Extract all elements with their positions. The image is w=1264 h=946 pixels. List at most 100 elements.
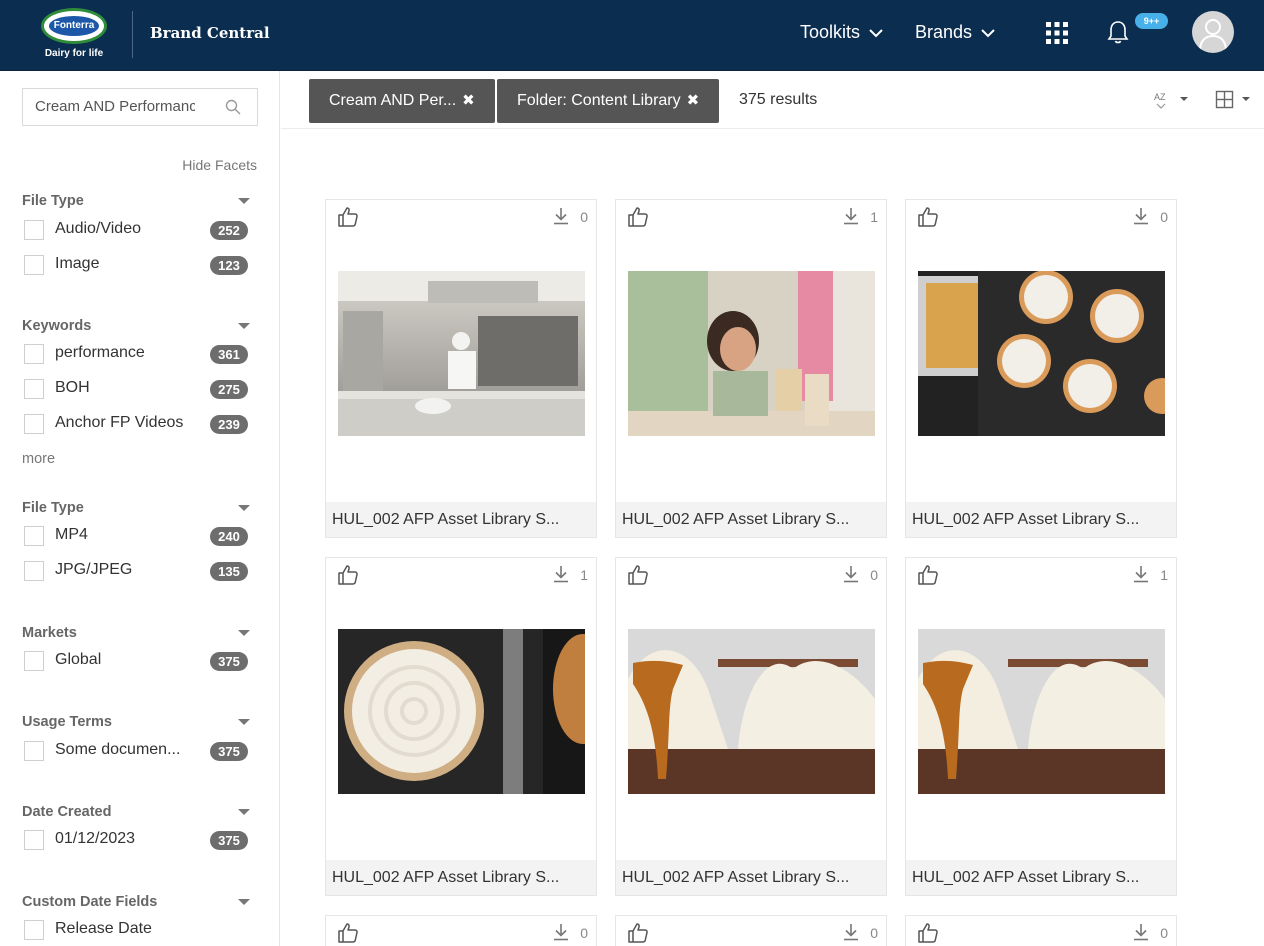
facet-checkbox[interactable] [24,220,44,240]
asset-caption[interactable]: HUL_002 AFP Asset Library S... [616,502,886,537]
facet-checkbox[interactable] [24,414,44,434]
asset-card[interactable]: 1 HUL_002 AFP Asset Library S... [905,557,1177,896]
thumbs-up-icon[interactable] [916,205,940,229]
facet-title-file-type[interactable]: File Type [22,193,84,209]
filter-chip-search[interactable]: Cream AND Per... ✖ [309,79,495,123]
thumbs-up-icon[interactable] [336,921,360,945]
thumbs-up-icon[interactable] [916,563,940,587]
facet-count-badge: 375 [210,742,248,761]
thumbs-up-icon[interactable] [626,205,650,229]
download-icon[interactable] [842,565,860,583]
asset-thumbnail[interactable] [338,271,585,436]
facet-checkbox[interactable] [24,741,44,761]
facet-option[interactable]: JPG/JPEG 135 [22,559,258,583]
download-icon[interactable] [842,923,860,941]
close-icon[interactable]: ✖ [687,79,700,123]
thumbs-up-icon[interactable] [336,205,360,229]
facet-title-markets[interactable]: Markets [22,625,77,641]
asset-thumbnail[interactable] [628,629,875,794]
facet-title-keywords[interactable]: Keywords [22,318,91,334]
thumbs-up-icon[interactable] [626,921,650,945]
caret-down-icon[interactable] [238,323,250,329]
asset-card[interactable]: 0 [615,915,887,946]
download-icon[interactable] [552,923,570,941]
caret-down-icon[interactable] [238,630,250,636]
facet-option[interactable]: performance 361 [22,342,258,366]
download-count: 1 [1160,567,1168,583]
asset-thumbnail-image [338,629,585,794]
chevron-down-icon [981,28,995,37]
facet-checkbox[interactable] [24,830,44,850]
thumbs-up-icon[interactable] [336,563,360,587]
filter-chip-folder[interactable]: Folder: Content Library ✖ [497,79,720,123]
facet-checkbox[interactable] [24,255,44,275]
asset-thumbnail[interactable] [338,629,585,794]
asset-card[interactable]: 0 HUL_002 AFP Asset Library S... [905,199,1177,538]
asset-caption[interactable]: HUL_002 AFP Asset Library S... [906,860,1176,895]
user-avatar[interactable] [1192,11,1234,53]
bell-icon[interactable] [1106,19,1130,45]
facet-option[interactable]: BOH 275 [22,377,258,401]
facet-checkbox[interactable] [24,526,44,546]
nav-brands-label: Brands [915,22,973,42]
grid-view-icon[interactable] [1215,89,1253,111]
asset-card[interactable]: 0 [905,915,1177,946]
download-icon[interactable] [1132,207,1150,225]
apps-grid-icon[interactable] [1046,22,1068,44]
nav-brands-menu[interactable]: Brands [915,22,996,43]
asset-caption[interactable]: HUL_002 AFP Asset Library S... [906,502,1176,537]
facet-title-file-format[interactable]: File Type [22,500,84,516]
download-icon[interactable] [842,207,860,225]
facet-option-label: Release Date [55,920,152,937]
asset-thumbnail[interactable] [918,271,1165,436]
asset-card[interactable]: 0 HUL_002 AFP Asset Library S... [325,199,597,538]
download-count: 1 [580,567,588,583]
asset-caption[interactable]: HUL_002 AFP Asset Library S... [326,860,596,895]
facet-checkbox[interactable] [24,920,44,940]
asset-card[interactable]: 1 HUL_002 AFP Asset Library S... [325,557,597,896]
facet-count-badge: 375 [210,652,248,671]
download-icon[interactable] [1132,565,1150,583]
caret-down-icon[interactable] [238,198,250,204]
asset-thumbnail[interactable] [918,629,1165,794]
caret-down-icon[interactable] [238,899,250,905]
caret-down-icon[interactable] [238,809,250,815]
download-icon[interactable] [1132,923,1150,941]
facet-option[interactable]: 01/12/2023 375 [22,828,258,852]
asset-caption[interactable]: HUL_002 AFP Asset Library S... [616,860,886,895]
facet-option[interactable]: Global 375 [22,649,258,673]
facet-option[interactable]: Image 123 [22,253,258,277]
download-icon[interactable] [552,207,570,225]
close-icon[interactable]: ✖ [462,79,475,123]
hide-facets-link[interactable]: Hide Facets [182,157,257,173]
sort-az-icon[interactable]: AZ [1153,89,1191,111]
download-icon[interactable] [552,565,570,583]
facet-option[interactable]: Release Date [22,918,258,942]
asset-card[interactable]: 0 HUL_002 AFP Asset Library S... [615,557,887,896]
facet-option[interactable]: Some documen... 375 [22,739,258,763]
thumbs-up-icon[interactable] [626,563,650,587]
facet-title-usage-terms[interactable]: Usage Terms [22,714,112,730]
asset-card[interactable]: 1 HUL_002 AFP Asset Library S... [615,199,887,538]
facet-checkbox[interactable] [24,344,44,364]
asset-thumbnail[interactable] [628,271,875,436]
facet-title-date-created[interactable]: Date Created [22,804,111,820]
thumbs-up-icon[interactable] [916,921,940,945]
facet-checkbox[interactable] [24,561,44,581]
caret-down-icon[interactable] [238,505,250,511]
facet-checkbox[interactable] [24,651,44,671]
search-input[interactable] [35,98,195,115]
facet-option[interactable]: MP4 240 [22,524,258,548]
facet-title-custom-date-fields[interactable]: Custom Date Fields [22,894,157,910]
nav-toolkits-menu[interactable]: Toolkits [800,22,884,43]
search-icon[interactable] [225,99,241,115]
asset-card[interactable]: 0 [325,915,597,946]
facet-checkbox[interactable] [24,379,44,399]
caret-down-icon[interactable] [238,719,250,725]
facet-option[interactable]: Audio/Video 252 [22,218,258,242]
more-link[interactable]: more [22,451,55,467]
fonterra-logo[interactable]: Fonterra Dairy for life [40,8,108,62]
facet-option[interactable]: Anchor FP Videos 239 [22,412,258,436]
asset-caption[interactable]: HUL_002 AFP Asset Library S... [326,502,596,537]
filter-chip-label: Folder: Content Library [517,92,681,109]
